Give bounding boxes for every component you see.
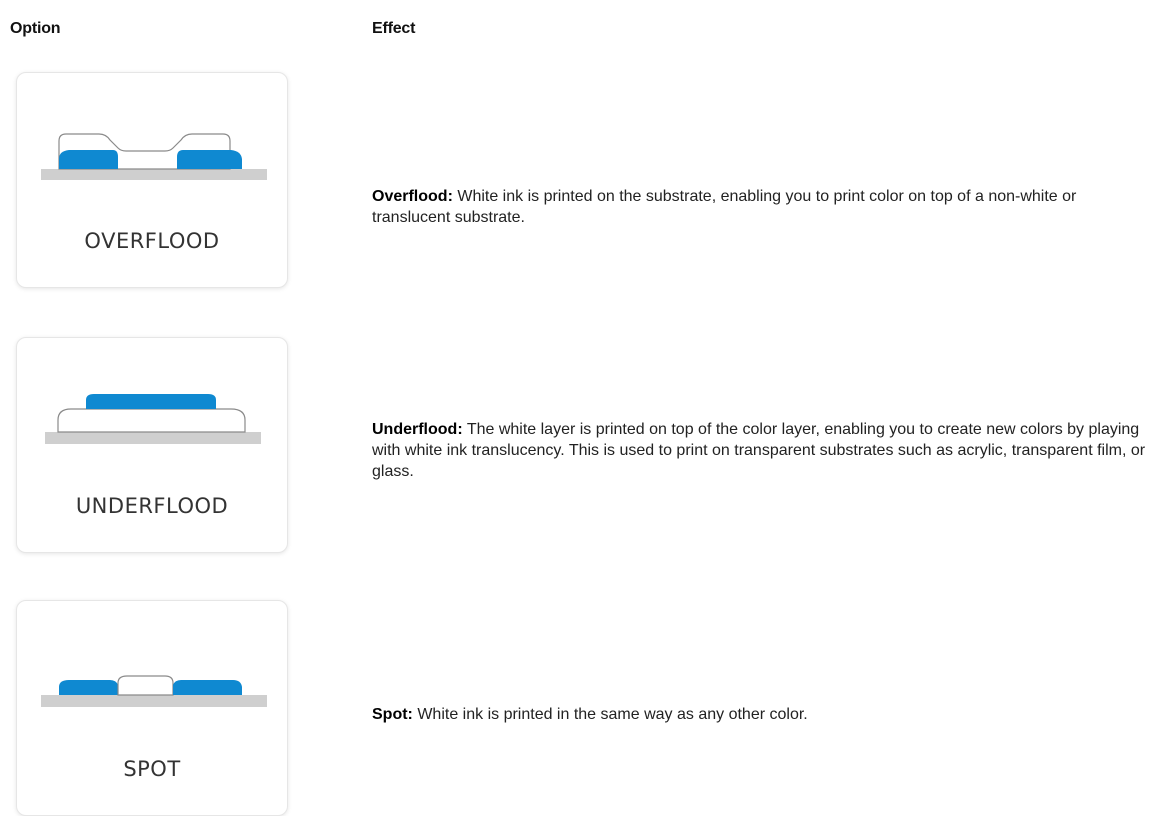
spot-option-card: SPOT xyxy=(16,600,288,816)
spot-term: Spot: xyxy=(372,706,413,723)
underflood-option-card: UNDERFLOOD xyxy=(16,337,288,553)
underflood-text: The white layer is printed on top of the… xyxy=(372,421,1146,480)
color-ink-left xyxy=(59,150,118,169)
overflood-term: Overflood: xyxy=(372,188,453,205)
overflood-option-card: OVERFLOOD xyxy=(16,72,288,288)
option-column-header: Option xyxy=(10,20,61,37)
spot-card-label: SPOT xyxy=(123,757,181,781)
overflood-text: White ink is printed on the substrate, e… xyxy=(372,188,1077,226)
white-ink-spot xyxy=(117,675,174,696)
spot-text: White ink is printed in the same way as … xyxy=(412,706,808,723)
overflood-diagram-icon xyxy=(41,133,267,180)
substrate-layer xyxy=(45,432,261,444)
spot-diagram-icon xyxy=(41,675,267,707)
underflood-description: Underflood: The white layer is printed o… xyxy=(372,419,1158,482)
effect-column-header: Effect xyxy=(372,20,416,37)
underflood-card-label: UNDERFLOOD xyxy=(75,494,229,518)
color-ink-right xyxy=(173,680,242,695)
spot-description: Spot: White ink is printed in the same w… xyxy=(372,704,1158,725)
color-ink-right xyxy=(177,150,242,169)
underflood-term: Underflood: xyxy=(372,421,463,438)
overflood-card-label: OVERFLOOD xyxy=(84,229,220,253)
color-ink-left xyxy=(59,680,118,695)
color-ink-layer xyxy=(86,394,216,409)
overflood-description: Overflood: White ink is printed on the s… xyxy=(372,186,1158,228)
substrate-layer xyxy=(41,695,267,707)
white-ink-layer xyxy=(57,408,246,433)
substrate-layer xyxy=(41,169,267,180)
underflood-diagram-icon xyxy=(45,394,261,444)
